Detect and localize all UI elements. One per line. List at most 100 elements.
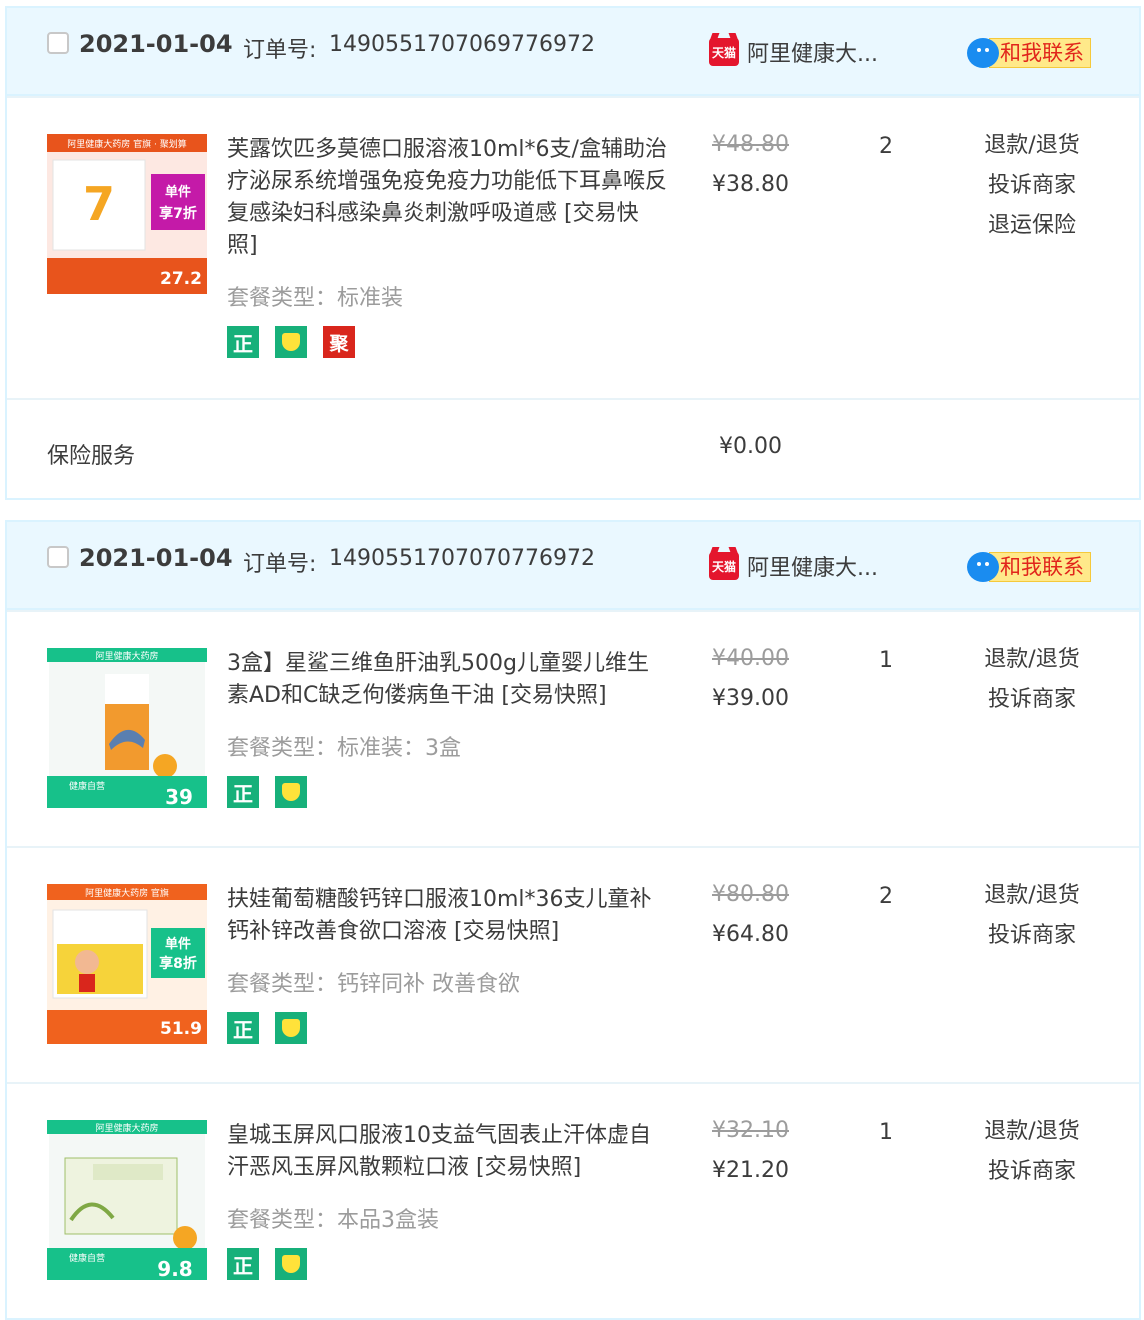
refund-return-link[interactable]: 退款/退货: [967, 640, 1097, 680]
guarantee-badge-icon[interactable]: [275, 1248, 307, 1280]
order-date: 2021-01-04: [79, 544, 233, 572]
genuine-badge-icon[interactable]: 正: [227, 326, 259, 358]
product-title[interactable]: 皇城玉屏风口服液10支益气固表止汗体虚自汗恶风玉屏风散颗粒口液 [交易快照]: [227, 1120, 667, 1184]
product-thumbnail[interactable]: 单件 享8折 51.9 阿里健康大药房 官旗: [47, 884, 207, 1044]
product-title[interactable]: 3盒】星鲨三维鱼肝油乳500g儿童婴儿维生素AD和C缺乏佝偻病鱼干油 [交易快照…: [227, 648, 667, 712]
service-badges: 正 聚: [227, 326, 355, 358]
paid-price: ¥21.20: [712, 1158, 789, 1183]
order-card: 2021-01-04 订单号: 1490551707070776972 天猫 阿…: [5, 520, 1141, 1320]
order-date: 2021-01-04: [79, 30, 233, 58]
item-operations: 退款/退货 投诉商家 退运保险: [967, 126, 1097, 246]
paid-price: ¥39.00: [712, 686, 789, 711]
shop-link[interactable]: 天猫 阿里健康大...: [709, 36, 878, 68]
sku-info: 套餐类型：钙锌同补 改善食欲: [227, 972, 520, 997]
order-number-label: 订单号:: [243, 552, 317, 577]
item-operations: 退款/退货 投诉商家: [967, 640, 1097, 720]
chat-bubble-icon: [967, 38, 999, 68]
sku-info: 套餐类型：本品3盒装: [227, 1208, 439, 1233]
product-title[interactable]: 扶娃葡萄糖酸钙锌口服液10ml*36支儿童补钙补锌改善食欲口溶液 [交易快照]: [227, 884, 667, 948]
quantity: 2: [879, 884, 893, 909]
original-price: ¥32.10: [712, 1118, 789, 1143]
guarantee-badge-icon[interactable]: [275, 1012, 307, 1044]
genuine-badge-icon[interactable]: 正: [227, 776, 259, 808]
thumb-top-text: 阿里健康大药房: [95, 650, 158, 662]
original-price: ¥80.80: [712, 882, 789, 907]
product-thumbnail[interactable]: 健康自营 39 阿里健康大药房: [47, 648, 207, 808]
contact-seller-button[interactable]: 和我联系: [967, 38, 1091, 68]
service-badges: 正: [227, 1248, 307, 1280]
order-item: 健康自营 39 阿里健康大药房 3盒】星鲨三维鱼肝油乳500g儿童婴儿维生素AD…: [7, 610, 1139, 846]
refund-return-link[interactable]: 退款/退货: [967, 1112, 1097, 1152]
quantity: 1: [879, 1120, 893, 1145]
shop-name: 阿里健康大...: [747, 556, 878, 581]
contact-seller-button[interactable]: 和我联系: [967, 552, 1091, 582]
thumb-left-text: 单件: [165, 936, 191, 952]
sku-info: 套餐类型：标准装: [227, 286, 404, 311]
contact-seller-label: 和我联系: [989, 38, 1091, 68]
snapshot-link[interactable]: [交易快照]: [501, 683, 606, 708]
paid-price: ¥64.80: [712, 922, 789, 947]
order-card: 2021-01-04 订单号: 1490551707069776972 天猫 阿…: [5, 6, 1141, 500]
thumb-left-text: 健康自营: [69, 1252, 105, 1264]
complain-seller-link[interactable]: 投诉商家: [967, 166, 1097, 206]
order-header: 2021-01-04 订单号: 1490551707069776972 天猫 阿…: [7, 8, 1139, 96]
genuine-badge-icon[interactable]: 正: [227, 1012, 259, 1044]
guarantee-badge-icon[interactable]: [275, 776, 307, 808]
item-operations: 退款/退货 投诉商家: [967, 876, 1097, 956]
chat-bubble-icon: [967, 552, 999, 582]
sku-info: 套餐类型：标准装：3盒: [227, 736, 461, 761]
thumb-left-text: 单件: [165, 184, 191, 200]
tmall-icon: 天猫: [709, 552, 739, 580]
product-title[interactable]: 芙露饮匹多莫德口服溶液10ml*6支/盒辅助治疗泌尿系统增强免疫免疫力功能低下耳…: [227, 134, 667, 262]
product-title-text: 皇城玉屏风口服液10支益气固表止汗体虚自汗恶风玉屏风散颗粒口液: [227, 1123, 651, 1180]
service-badges: 正: [227, 776, 307, 808]
order-number-label: 订单号:: [243, 38, 317, 63]
quantity: 1: [879, 648, 893, 673]
insurance-price: ¥0.00: [719, 434, 782, 459]
insurance-row: 保险服务 ¥0.00: [7, 398, 1139, 504]
thumb-price: 27.2: [160, 269, 202, 289]
svg-text:7: 7: [83, 177, 115, 231]
order-select-checkbox[interactable]: [47, 32, 69, 54]
order-item: 7 单件 享7折 27.2 阿里健康大药房 官旗 · 聚划算 芙露饮匹多莫德口服…: [7, 96, 1139, 398]
order-number: 1490551707070776972: [329, 546, 595, 571]
item-operations: 退款/退货 投诉商家: [967, 1112, 1097, 1192]
quantity: 2: [879, 134, 893, 159]
snapshot-link[interactable]: [交易快照]: [476, 1155, 581, 1180]
thumb-top-text: 阿里健康大药房 官旗 · 聚划算: [67, 138, 186, 150]
service-badges: 正: [227, 1012, 307, 1044]
complain-seller-link[interactable]: 投诉商家: [967, 916, 1097, 956]
product-thumbnail[interactable]: 健康自营 9.8 阿里健康大药房: [47, 1120, 207, 1280]
refund-return-link[interactable]: 退款/退货: [967, 126, 1097, 166]
contact-seller-label: 和我联系: [989, 552, 1091, 582]
thumb-price: 51.9: [160, 1019, 202, 1039]
paid-price: ¥38.80: [712, 172, 789, 197]
thumb-left-text: 健康自营: [69, 780, 105, 792]
thumb-price: 39: [165, 785, 193, 808]
order-header: 2021-01-04 订单号: 1490551707070776972 天猫 阿…: [7, 522, 1139, 610]
thumb-price: 9.8: [157, 1257, 192, 1280]
genuine-badge-icon[interactable]: 正: [227, 1248, 259, 1280]
order-item: 单件 享8折 51.9 阿里健康大药房 官旗 扶娃葡萄糖酸钙锌口服液10ml*3…: [7, 846, 1139, 1082]
thumb-top-text: 阿里健康大药房: [95, 1122, 158, 1134]
shop-name: 阿里健康大...: [747, 42, 878, 67]
insurance-label: 保险服务: [47, 444, 136, 469]
order-number: 1490551707069776972: [329, 32, 595, 57]
original-price: ¥48.80: [712, 132, 789, 157]
original-price: ¥40.00: [712, 646, 789, 671]
juhuasuan-badge-icon[interactable]: 聚: [323, 326, 355, 358]
thumb-right-text: 享7折: [159, 205, 197, 222]
order-select-checkbox[interactable]: [47, 546, 69, 568]
order-item: 健康自营 9.8 阿里健康大药房 皇城玉屏风口服液10支益气固表止汗体虚自汗恶风…: [7, 1082, 1139, 1318]
guarantee-badge-icon[interactable]: [275, 326, 307, 358]
product-title-text: 扶娃葡萄糖酸钙锌口服液10ml*36支儿童补钙补锌改善食欲口溶液: [227, 887, 652, 944]
thumb-right-text: 享8折: [159, 955, 197, 972]
complain-seller-link[interactable]: 投诉商家: [967, 680, 1097, 720]
product-thumbnail[interactable]: 7 单件 享7折 27.2 阿里健康大药房 官旗 · 聚划算: [47, 134, 207, 294]
shop-link[interactable]: 天猫 阿里健康大...: [709, 550, 878, 582]
return-shipping-insurance-link[interactable]: 退运保险: [967, 206, 1097, 246]
snapshot-link[interactable]: [交易快照]: [454, 919, 559, 944]
complain-seller-link[interactable]: 投诉商家: [967, 1152, 1097, 1192]
refund-return-link[interactable]: 退款/退货: [967, 876, 1097, 916]
thumb-top-text: 阿里健康大药房 官旗: [85, 887, 169, 899]
